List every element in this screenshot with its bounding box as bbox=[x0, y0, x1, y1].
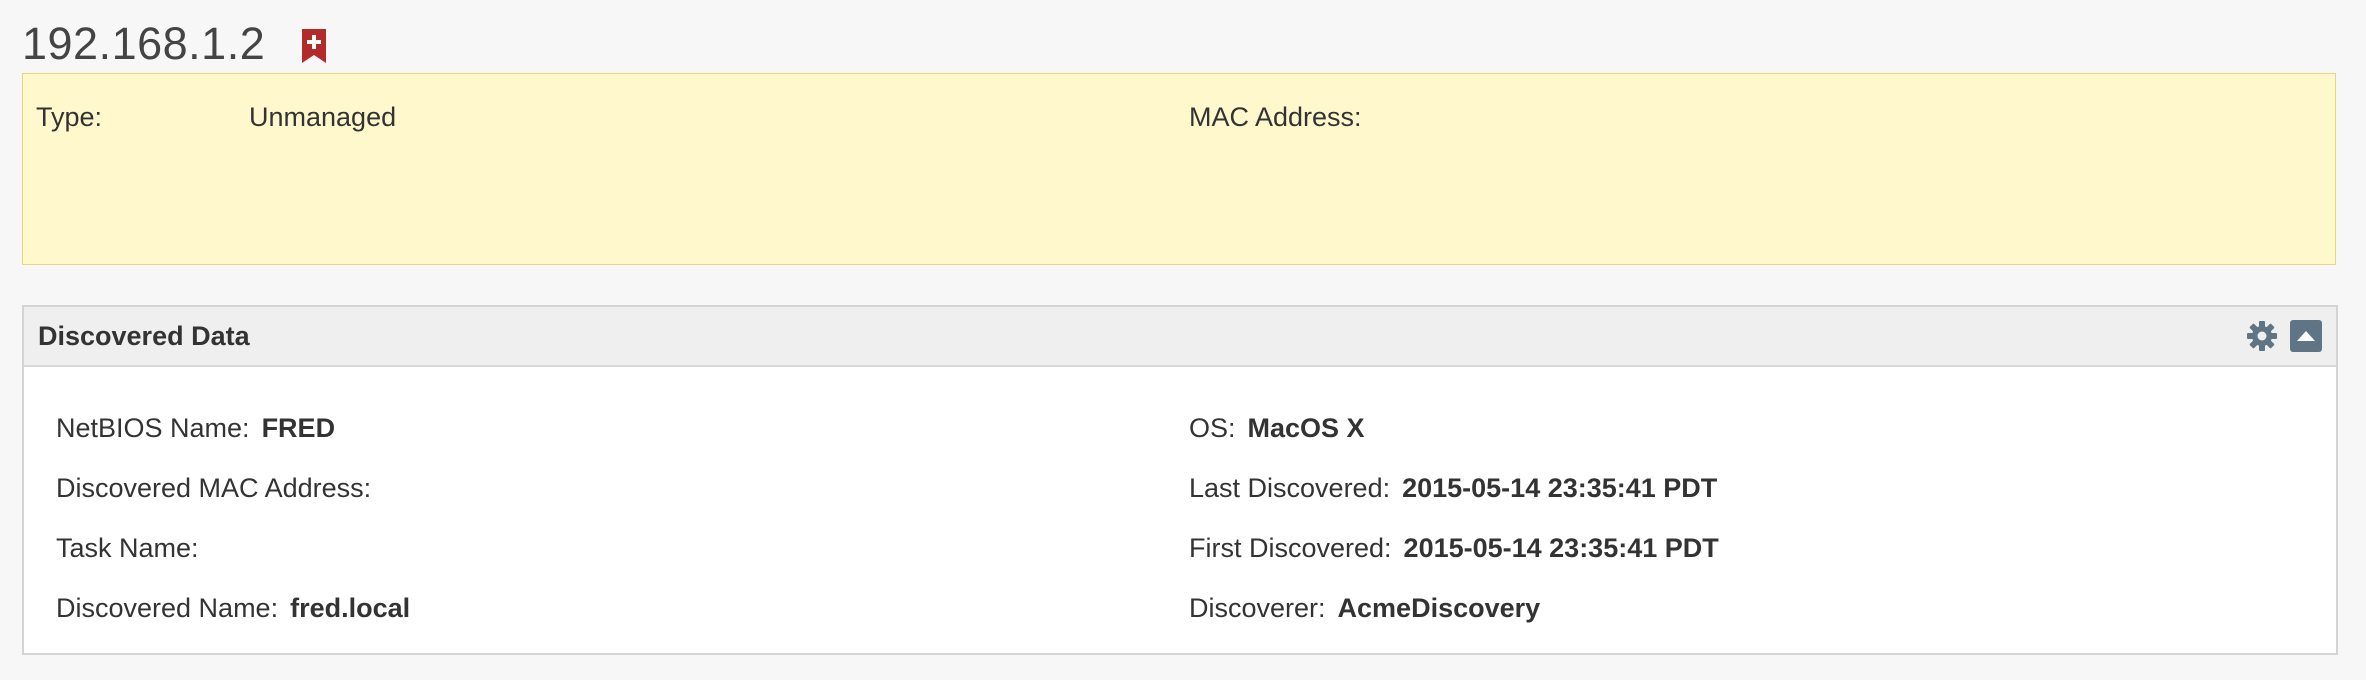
title-row: 192.168.1.2 bbox=[22, 14, 327, 74]
last-discovered-value: 2015-05-14 23:35:41 PDT bbox=[1402, 473, 1718, 503]
first-discovered-label: First Discovered: bbox=[1189, 533, 1392, 563]
discovered-data-title: Discovered Data bbox=[38, 321, 250, 351]
gear-icon[interactable] bbox=[2246, 320, 2278, 352]
netbios-name-field: NetBIOS Name: FRED bbox=[56, 411, 335, 445]
collapse-button[interactable] bbox=[2290, 320, 2322, 352]
discovered-mac-address-label: Discovered MAC Address: bbox=[56, 473, 372, 503]
discovered-name-label: Discovered Name: bbox=[56, 593, 279, 623]
discoverer-label: Discoverer: bbox=[1189, 593, 1326, 623]
page: 192.168.1.2 Type: Unmanaged MAC Address:… bbox=[0, 0, 2366, 680]
first-discovered-field: First Discovered: 2015-05-14 23:35:41 PDT bbox=[1189, 531, 1719, 565]
os-label: OS: bbox=[1189, 413, 1236, 443]
discovered-data-panel: Discovered Data NetBIOS Name: FRED Disco… bbox=[22, 305, 2338, 655]
chevron-up-icon bbox=[2297, 331, 2315, 341]
discovered-name-field: Discovered Name: fred.local bbox=[56, 591, 410, 625]
type-label: Type: bbox=[36, 102, 103, 132]
netbios-name-label: NetBIOS Name: bbox=[56, 413, 250, 443]
task-name-field: Task Name: bbox=[56, 531, 211, 565]
mac-address-label: MAC Address: bbox=[1189, 102, 1362, 132]
first-discovered-value: 2015-05-14 23:35:41 PDT bbox=[1403, 533, 1719, 563]
task-name-label: Task Name: bbox=[56, 533, 199, 563]
netbios-name-value: FRED bbox=[261, 413, 336, 443]
discovered-data-header: Discovered Data bbox=[24, 307, 2336, 367]
discoverer-field: Discoverer: AcmeDiscovery bbox=[1189, 591, 1540, 625]
os-field: OS: MacOS X bbox=[1189, 411, 1365, 445]
type-value: Unmanaged bbox=[249, 102, 397, 132]
summary-panel: Type: Unmanaged MAC Address: bbox=[22, 73, 2336, 265]
page-title: 192.168.1.2 bbox=[22, 18, 266, 69]
last-discovered-label: Last Discovered: bbox=[1189, 473, 1391, 503]
bookmark-plus-icon[interactable] bbox=[301, 28, 327, 64]
os-value: MacOS X bbox=[1247, 413, 1365, 443]
discoverer-value: AcmeDiscovery bbox=[1337, 593, 1541, 623]
discovered-mac-address-field: Discovered MAC Address: bbox=[56, 471, 383, 505]
discovered-name-value: fred.local bbox=[290, 593, 411, 623]
last-discovered-field: Last Discovered: 2015-05-14 23:35:41 PDT bbox=[1189, 471, 1717, 505]
